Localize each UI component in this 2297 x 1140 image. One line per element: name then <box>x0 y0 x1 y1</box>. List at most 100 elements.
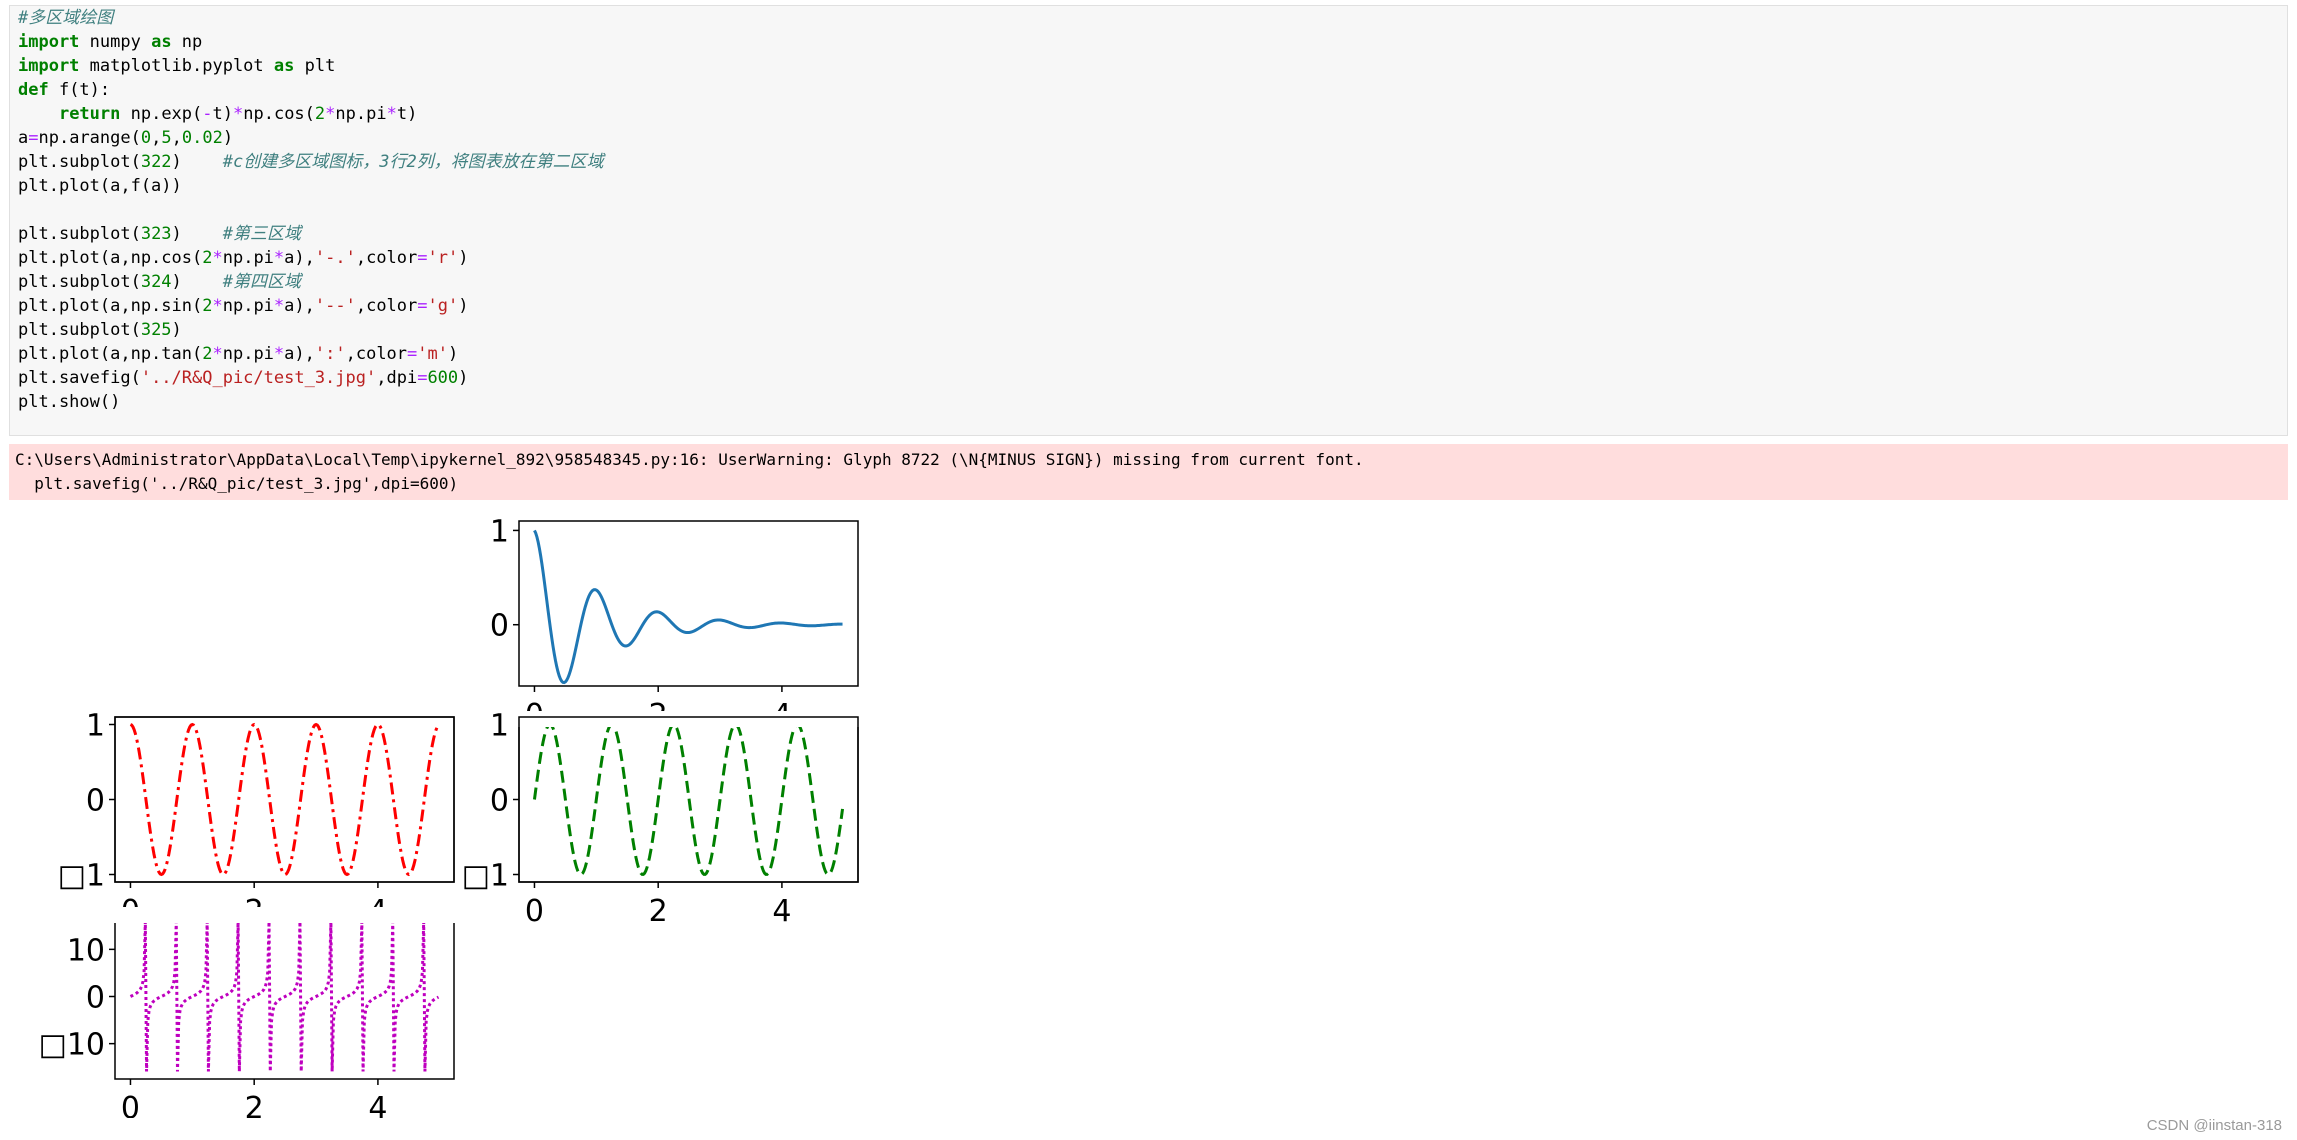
code-token: np.cos( <box>243 104 315 124</box>
x-tick-label: 2 <box>649 894 668 929</box>
warning-line: C:\Users\Administrator\AppData\Local\Tem… <box>15 450 1364 469</box>
series-line <box>129 722 440 877</box>
code-token: * <box>273 248 285 268</box>
code-token: * <box>273 296 285 316</box>
code-line: import numpy as np <box>18 30 202 54</box>
code-token: 2 <box>314 104 326 124</box>
code-token: , <box>171 128 182 148</box>
code-token: #第三区域 <box>222 224 301 244</box>
code-token: 2 <box>202 248 213 268</box>
code-token: 2 <box>202 296 213 316</box>
code-line: plt.plot(a,np.tan(2*np.pi*a),':',color='… <box>18 342 458 366</box>
code-line: plt.show() <box>18 390 120 414</box>
code-token: plt.savefig( <box>18 368 141 388</box>
code-token: plt.plot(a,np.cos( <box>18 248 203 268</box>
code-token: = <box>417 368 428 388</box>
code-token: * <box>325 104 336 124</box>
code-token: plt.plot(a,f(a)) <box>18 176 182 196</box>
y-tick-label: 0 <box>490 784 509 819</box>
subplot-324: 0 2 4 □1 0 1 <box>462 709 859 929</box>
y-tick-label: 0 <box>490 609 509 644</box>
code-token: as <box>273 56 295 76</box>
y-tick-label: 0 <box>86 784 105 819</box>
code-token: np <box>171 32 203 52</box>
code-token: a), <box>284 296 315 316</box>
code-token: ) <box>222 128 234 148</box>
code-line: import matplotlib.pyplot as plt <box>18 54 335 78</box>
code-token: np.exp( <box>120 104 203 124</box>
code-line: plt.subplot(325) <box>18 318 182 342</box>
y-tick-label: 0 <box>86 981 105 1016</box>
code-token: ) <box>171 224 223 244</box>
code-token: = <box>28 128 39 148</box>
code-token: a <box>18 128 29 148</box>
code-token: numpy <box>79 32 152 52</box>
code-token: * <box>233 104 244 124</box>
x-tick-label: 2 <box>245 1091 264 1118</box>
code-token: '--' <box>314 296 356 316</box>
code-token: plt.subplot( <box>18 272 141 292</box>
warning-line: plt.savefig('../R&Q_pic/test_3.jpg',dpi=… <box>15 474 459 493</box>
stderr-output: C:\Users\Administrator\AppData\Local\Tem… <box>9 444 2288 500</box>
series-line <box>129 921 440 1072</box>
code-token: plt.subplot( <box>18 152 141 172</box>
code-token: plt.subplot( <box>18 224 141 244</box>
code-token: ) <box>458 368 469 388</box>
code-line: plt.plot(a,np.cos(2*np.pi*a),'-.',color=… <box>18 246 468 270</box>
code-token: ) <box>171 272 223 292</box>
code-token: = <box>407 344 418 364</box>
code-token: 5 <box>161 128 172 148</box>
code-token: ,color <box>355 296 418 316</box>
subplot-322: 02401 <box>490 514 859 733</box>
y-tick-label: □10 <box>38 1028 105 1063</box>
series-line <box>532 723 845 876</box>
code-token: '-.' <box>314 248 356 268</box>
code-line: return np.exp(-t)*np.cos(2*np.pi*t) <box>18 102 417 126</box>
code-token: plt <box>294 56 336 76</box>
code-token: * <box>212 248 223 268</box>
x-tick-label: 4 <box>368 1091 387 1118</box>
code-token: ,dpi <box>376 368 418 388</box>
code-token: a), <box>284 344 315 364</box>
code-token: #多区域绘图 <box>18 8 114 28</box>
code-line: plt.subplot(322) #c创建多区域图标，3行2列，将图表放在第二区… <box>18 150 604 174</box>
code-cell[interactable]: #多区域绘图 import numpy as np import matplot… <box>9 5 2288 436</box>
code-token: np.pi <box>222 296 274 316</box>
code-token: np.pi <box>222 344 274 364</box>
code-token: * <box>386 104 397 124</box>
code-token: np.pi <box>222 248 274 268</box>
code-token: = <box>417 248 428 268</box>
label-overlap-cover <box>105 907 464 923</box>
code-token: f(t): <box>48 80 111 100</box>
code-token: ) <box>448 344 459 364</box>
code-token: ':' <box>314 344 346 364</box>
x-tick-label: 0 <box>525 894 544 929</box>
figure-output: 02401024□101024□101024□10010 <box>20 508 870 1118</box>
y-tick-label: □1 <box>58 859 105 894</box>
code-token: 'm' <box>417 344 448 364</box>
code-token: '../R&Q_pic/test_3.jpg' <box>140 368 377 388</box>
code-token: 2 <box>202 344 213 364</box>
code-token: - <box>202 104 213 124</box>
code-token: import <box>18 32 80 52</box>
x-tick-label: 0 <box>121 1091 140 1118</box>
code-line: a=np.arange(0,5,0.02) <box>18 126 233 150</box>
code-token: matplotlib.pyplot <box>79 56 274 76</box>
series-line <box>533 529 843 685</box>
code-token: ,color <box>355 248 418 268</box>
subplots-figure: 02401024□101024□101024□10010 <box>38 514 868 1118</box>
code-token: 'g' <box>427 296 459 316</box>
code-token: * <box>273 344 285 364</box>
code-line: plt.plot(a,f(a)) <box>18 174 182 198</box>
code-token: 0 <box>140 128 152 148</box>
subplot-323: 024□101 <box>58 709 455 929</box>
code-token: return <box>58 104 121 124</box>
code-line: #多区域绘图 <box>18 6 113 30</box>
code-token: = <box>417 296 428 316</box>
code-token: 600 <box>427 368 459 388</box>
code-token: ) <box>171 320 182 340</box>
code-token: ) <box>458 248 469 268</box>
y-tick-label: 1 <box>86 709 105 744</box>
code-token: ,color <box>345 344 408 364</box>
code-token: , <box>151 128 162 148</box>
